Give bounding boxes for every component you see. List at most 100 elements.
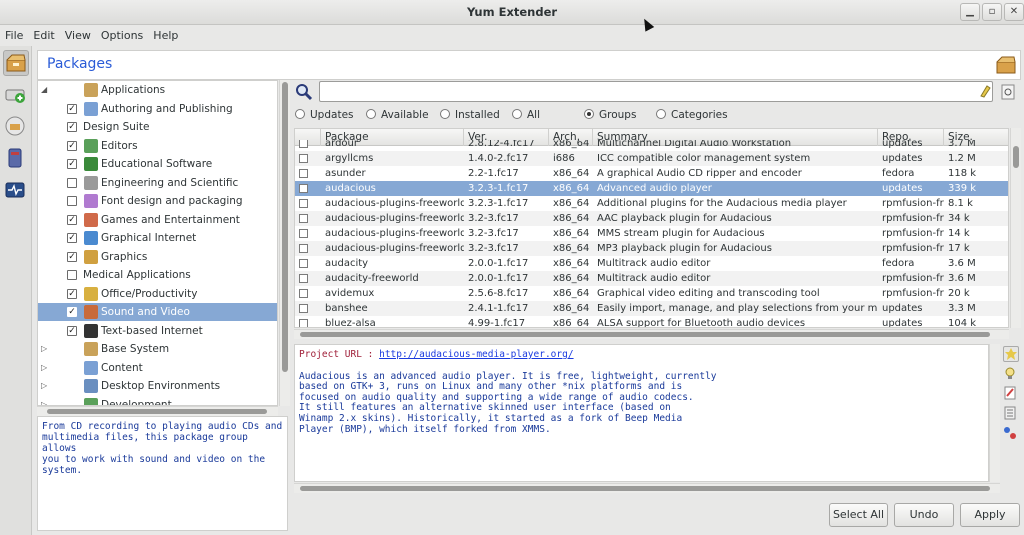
package-checkbox[interactable]: [299, 259, 308, 268]
menu-file[interactable]: File: [0, 26, 28, 46]
group-checkbox[interactable]: ✓: [67, 159, 77, 169]
menu-edit[interactable]: Edit: [28, 26, 59, 46]
group-checkbox[interactable]: [67, 177, 77, 188]
group-checkbox[interactable]: ✓: [67, 233, 77, 243]
search-options-icon[interactable]: [1001, 84, 1015, 100]
group-tree-vertical-scrollbar[interactable]: [279, 80, 290, 406]
filter-updates-radio[interactable]: Updates: [295, 108, 354, 122]
menu-view[interactable]: View: [60, 26, 96, 46]
table-row[interactable]: avidemux 2.5.6-8.fc17 x86_64 Graphical vide…: [295, 286, 1008, 301]
undo-button[interactable]: Undo: [894, 503, 954, 527]
tree-group-item[interactable]: Font design and packaging: [38, 192, 277, 210]
group-checkbox[interactable]: ✓: [67, 325, 77, 336]
table-row[interactable]: audacious-plugins-freeworld-a 3.2-3.fc17 x…: [295, 211, 1008, 226]
project-url-link[interactable]: http://audacious-media-player.org/: [379, 349, 573, 360]
minimize-button[interactable]: ▁: [960, 3, 980, 21]
filter-available-radio[interactable]: Available: [366, 108, 429, 122]
group-tree-horizontal-scrollbar[interactable]: [37, 406, 278, 416]
changelog-button[interactable]: [1003, 386, 1019, 402]
expand-icon[interactable]: ▷: [41, 377, 47, 395]
tree-group-item[interactable]: ✓ Authoring and Publishing: [38, 100, 277, 118]
menu-options[interactable]: Options: [96, 26, 148, 46]
select-all-button[interactable]: Select All: [829, 503, 888, 527]
tree-group-item[interactable]: Medical Applications: [38, 266, 277, 284]
package-checkbox[interactable]: [299, 199, 308, 208]
table-row[interactable]: audacious-plugins-freeworld 3.2.3-1.fc17 x…: [295, 196, 1008, 211]
tree-group-item[interactable]: ✓ Games and Entertainment: [38, 211, 277, 229]
package-checkbox[interactable]: [299, 289, 308, 298]
tree-group-parent[interactable]: ▷ Desktop Environments: [38, 377, 277, 395]
package-checkbox[interactable]: [299, 214, 308, 223]
package-checkbox[interactable]: [299, 169, 308, 178]
files-button[interactable]: [1003, 406, 1019, 422]
repository-view-button[interactable]: [3, 146, 29, 172]
tree-group-item[interactable]: ✓ Sound and Video: [38, 303, 277, 321]
expand-icon[interactable]: ▷: [41, 340, 47, 358]
expand-icon[interactable]: ▷: [41, 396, 47, 406]
collapse-icon[interactable]: ◢: [41, 81, 47, 99]
maximize-button[interactable]: ▫: [982, 3, 1002, 21]
table-row[interactable]: banshee 2.4.1-1.fc17 x86_64 Easily import, …: [295, 301, 1008, 316]
tree-group-parent[interactable]: ▷ Content: [38, 359, 277, 377]
table-row[interactable]: argyllcms 1.4.0-2.fc17 i686 ICC compatible …: [295, 151, 1008, 166]
package-checkbox[interactable]: [299, 229, 308, 238]
close-button[interactable]: ✕: [1004, 3, 1024, 21]
table-row[interactable]: bluez-alsa 4.99-1.fc17 x86_64 ALSA support …: [295, 316, 1008, 327]
group-checkbox[interactable]: ✓: [67, 122, 77, 132]
tree-group-item[interactable]: ✓ Graphics: [38, 248, 277, 266]
tree-group-item[interactable]: ✓ Office/Productivity: [38, 285, 277, 303]
group-checkbox[interactable]: ✓: [67, 103, 77, 114]
group-checkbox[interactable]: ✓: [67, 214, 77, 225]
view-categories-radio[interactable]: Categories: [656, 108, 728, 122]
search-input[interactable]: [319, 81, 993, 102]
package-checkbox[interactable]: [299, 184, 308, 193]
view-groups-radio[interactable]: Groups: [584, 108, 636, 122]
filter-all-radio[interactable]: All: [512, 108, 540, 122]
description-button[interactable]: [1003, 346, 1019, 362]
table-row[interactable]: asunder 2.2-1.fc17 x86_64 A graphical Audio…: [295, 166, 1008, 181]
group-checkbox[interactable]: ✓: [67, 307, 77, 317]
package-checkbox[interactable]: [299, 274, 308, 283]
table-row[interactable]: audacity 2.0.0-1.fc17 x86_64 Multitrack aud…: [295, 256, 1008, 271]
table-row[interactable]: audacious-plugins-freeworld-m 3.2-3.fc17 x…: [295, 241, 1008, 256]
info-horizontal-scrollbar[interactable]: [294, 483, 1000, 493]
tree-group-item[interactable]: ✓ Graphical Internet: [38, 229, 277, 247]
group-checkbox[interactable]: ✓: [67, 251, 77, 262]
monitor-view-button[interactable]: [3, 178, 29, 204]
package-checkbox[interactable]: [299, 244, 308, 253]
package-checkbox[interactable]: [299, 304, 308, 313]
search-icon[interactable]: [295, 83, 313, 101]
apply-button[interactable]: Apply: [960, 503, 1020, 527]
table-row[interactable]: ardour 2.8.12-4.fc17 x86_64 Multichannel Di…: [295, 140, 1008, 151]
package-checkbox[interactable]: [299, 154, 308, 163]
group-checkbox[interactable]: ✓: [67, 288, 77, 299]
history-view-button[interactable]: [3, 114, 29, 140]
packages-view-button[interactable]: [3, 50, 29, 76]
filter-installed-radio[interactable]: Installed: [440, 108, 500, 122]
group-checkbox[interactable]: ✓: [67, 140, 77, 151]
tree-group-item[interactable]: ✓ Educational Software: [38, 155, 277, 173]
tree-group-item[interactable]: ✓ Text-based Internet: [38, 322, 277, 340]
package-table-horizontal-scrollbar[interactable]: [294, 329, 1009, 339]
info-vertical-scrollbar[interactable]: [989, 344, 1000, 482]
package-checkbox[interactable]: [299, 319, 308, 327]
tree-group-item[interactable]: ✓ Design Suite: [38, 118, 277, 136]
tree-group-parent[interactable]: ▷ Base System: [38, 340, 277, 358]
group-checkbox[interactable]: [67, 270, 77, 280]
tree-group-item[interactable]: Engineering and Scientific: [38, 174, 277, 192]
package-table-vertical-scrollbar[interactable]: [1010, 128, 1021, 328]
dependencies-button[interactable]: [1003, 426, 1019, 442]
queue-view-button[interactable]: [3, 82, 29, 108]
clear-search-icon[interactable]: [979, 84, 991, 98]
group-checkbox[interactable]: [67, 196, 77, 206]
table-row[interactable]: audacious-plugins-freeworld-m 3.2-3.fc17 x…: [295, 226, 1008, 241]
menu-help[interactable]: Help: [148, 26, 183, 46]
tree-group-parent[interactable]: ◢ Applications: [38, 81, 277, 99]
update-info-button[interactable]: [1003, 366, 1019, 382]
package-checkbox[interactable]: [299, 140, 308, 148]
table-row[interactable]: audacity-freeworld 2.0.0-1.fc17 x86_64 Mult…: [295, 271, 1008, 286]
table-row[interactable]: audacious 3.2.3-1.fc17 x86_64 Advanced audi…: [295, 181, 1008, 196]
tree-group-parent[interactable]: ▷ Development: [38, 396, 277, 406]
expand-icon[interactable]: ▷: [41, 359, 47, 377]
tree-group-item[interactable]: ✓ Editors: [38, 137, 277, 155]
